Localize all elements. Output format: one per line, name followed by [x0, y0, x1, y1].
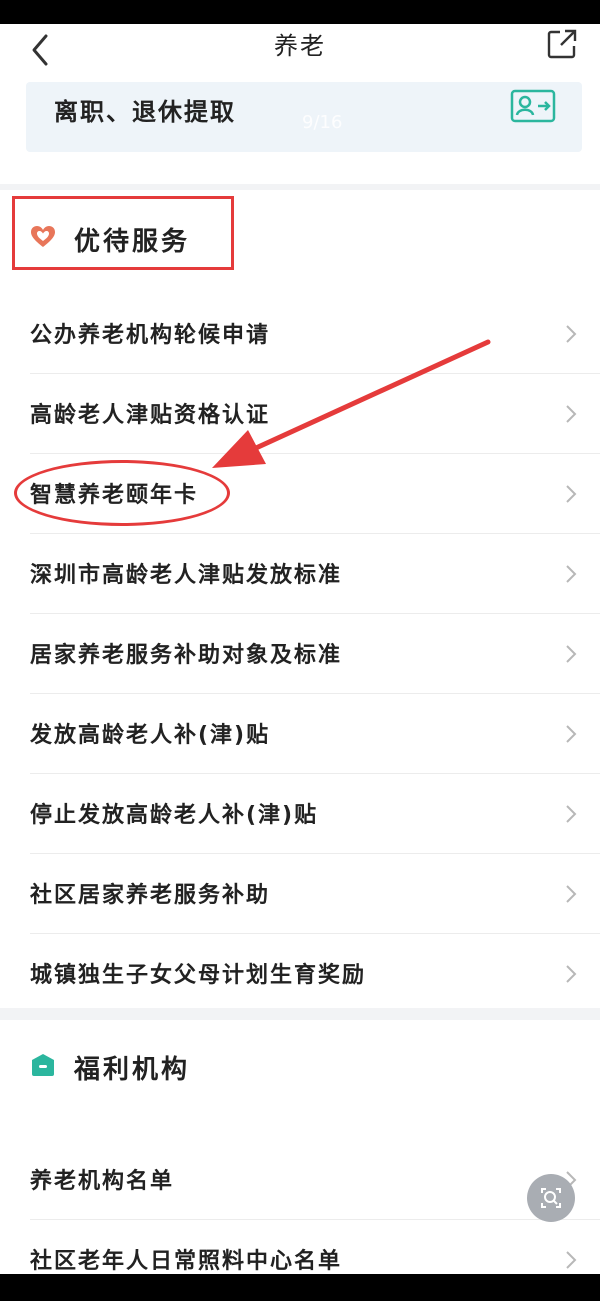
list-item[interactable]: 社区居家养老服务补助	[0, 854, 600, 934]
list-item-label: 深圳市高龄老人津贴发放标准	[30, 563, 343, 588]
list-item[interactable]: 停止发放高龄老人补(津)贴	[0, 774, 600, 854]
chevron-right-icon	[566, 565, 577, 583]
list-item-label: 社区老年人日常照料中心名单	[30, 1249, 343, 1274]
house-icon	[32, 1054, 54, 1076]
list-item-label: 居家养老服务补助对象及标准	[30, 643, 343, 668]
share-external-icon[interactable]	[546, 28, 578, 60]
list-item-label: 社区居家养老服务补助	[30, 883, 271, 908]
chevron-right-icon	[566, 485, 577, 503]
list-item[interactable]: 养老机构名单	[0, 1140, 600, 1220]
chevron-right-icon	[566, 405, 577, 423]
list-item-label: 公办养老机构轮候申请	[30, 323, 271, 348]
highlight-rectangle-annotation	[12, 196, 234, 270]
list-item-label: 高龄老人津贴资格认证	[30, 403, 271, 428]
welfare-section-title: 福利机构	[74, 1055, 191, 1085]
floating-search-button[interactable]	[527, 1174, 575, 1222]
retirement-withdrawal-card[interactable]: 离职、退休提取 9/16	[26, 82, 582, 152]
id-card-transfer-icon	[510, 89, 556, 123]
chevron-right-icon	[566, 645, 577, 663]
list-item-label: 停止发放高龄老人补(津)贴	[30, 803, 319, 828]
welfare-section: 福利机构 养老机构名单 社区老年人日常照料中心名单	[0, 1020, 600, 1274]
chevron-right-icon	[566, 325, 577, 343]
chevron-right-icon	[566, 965, 577, 983]
list-item-label: 养老机构名单	[30, 1169, 175, 1194]
chevron-right-icon	[566, 885, 577, 903]
list-item-label: 城镇独生子女父母计划生育奖励	[30, 963, 367, 988]
app-screen: 养老 离职、退休提取 9/16 优待服务 公办养老机构轮候申请 高龄老人津贴资格…	[0, 24, 600, 1274]
list-item[interactable]: 深圳市高龄老人津贴发放标准	[0, 534, 600, 614]
list-item[interactable]: 社区老年人日常照料中心名单	[0, 1220, 600, 1274]
welfare-section-header: 福利机构	[0, 1020, 600, 1104]
top-card-container: 离职、退休提取 9/16	[0, 78, 600, 184]
chevron-right-icon	[566, 1251, 577, 1269]
retirement-withdrawal-label: 离职、退休提取	[54, 98, 236, 126]
list-item-label: 发放高龄老人补(津)贴	[30, 723, 271, 748]
page-title: 养老	[274, 32, 326, 60]
list-item[interactable]: 高龄老人津贴资格认证	[0, 374, 600, 454]
list-item[interactable]: 公办养老机构轮候申请	[0, 294, 600, 374]
page-indicator: 9/16	[302, 112, 343, 133]
search-zoom-icon	[541, 1188, 561, 1208]
benefits-section: 优待服务 公办养老机构轮候申请 高龄老人津贴资格认证 智慧养老颐年卡 深圳市高龄…	[0, 190, 600, 1008]
status-bar	[0, 0, 600, 24]
navbar: 养老	[0, 24, 600, 78]
navigation-bar	[0, 1274, 600, 1301]
list-item[interactable]: 城镇独生子女父母计划生育奖励	[0, 934, 600, 1014]
list-item[interactable]: 发放高龄老人补(津)贴	[0, 694, 600, 774]
highlight-ellipse-annotation	[14, 460, 230, 526]
chevron-right-icon	[566, 805, 577, 823]
list-item[interactable]: 居家养老服务补助对象及标准	[0, 614, 600, 694]
chevron-right-icon	[566, 725, 577, 743]
